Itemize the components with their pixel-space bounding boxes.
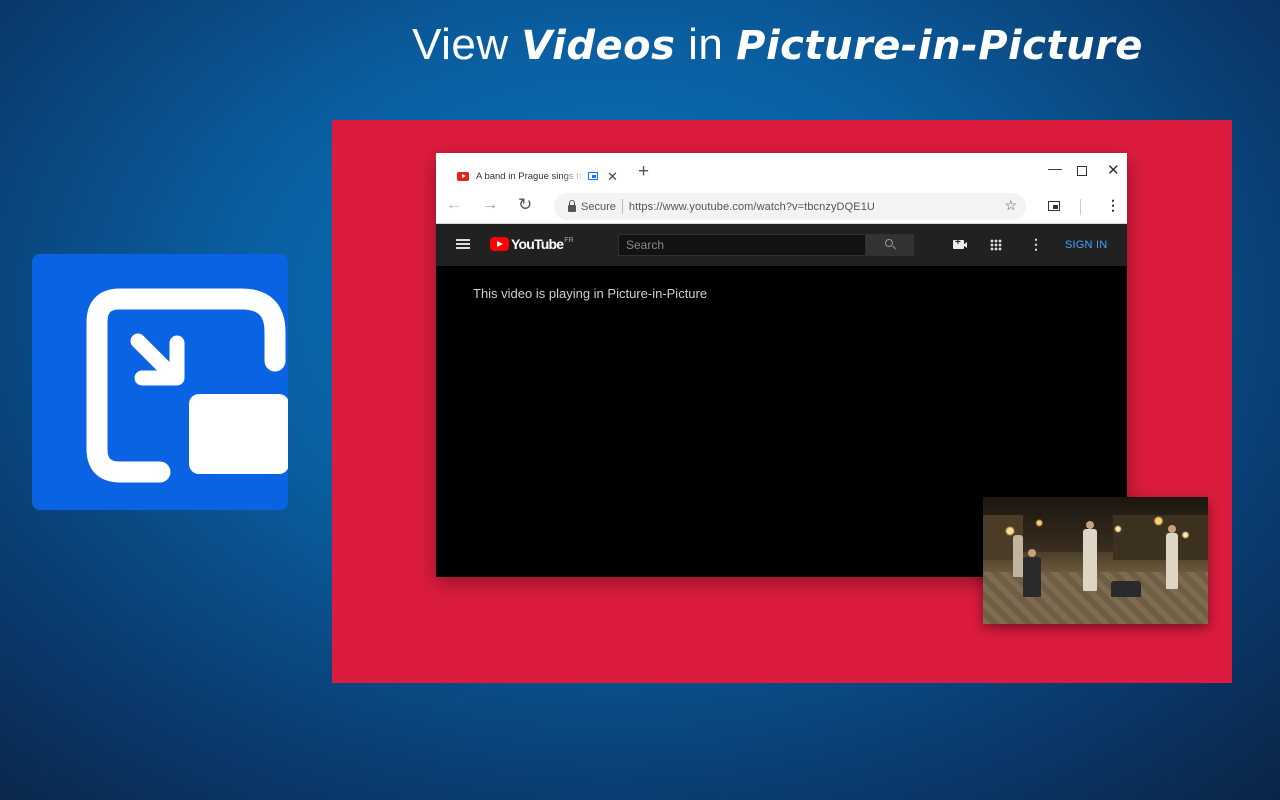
close-window-button[interactable]: ✕ <box>1107 163 1120 178</box>
address-bar[interactable]: Secure https://www.youtube.com/watch?v=t… <box>554 193 1026 220</box>
pip-musician-head <box>1028 549 1036 557</box>
pip-musician <box>1166 533 1178 589</box>
headline-bold-videos: Videos <box>521 23 676 69</box>
headline-middle: in <box>675 20 737 69</box>
pip-extension-icon[interactable] <box>1048 201 1060 211</box>
youtube-search-button[interactable] <box>866 234 914 256</box>
maximize-button[interactable] <box>1077 166 1087 176</box>
youtube-header: YouTube FR Search ⋮ SIGN IN <box>436 224 1127 266</box>
youtube-logo[interactable]: YouTube FR <box>490 237 574 251</box>
hamburger-menu-icon[interactable] <box>456 239 470 249</box>
page-headline: View Videos in Picture-in-Picture <box>0 20 1280 70</box>
pip-video-window[interactable] <box>983 497 1208 624</box>
youtube-play-icon <box>490 237 509 251</box>
new-tab-button[interactable]: + <box>638 162 649 181</box>
search-icon <box>885 239 893 247</box>
toolbar-divider <box>1080 199 1081 215</box>
headline-bold-pip: Picture-in-Picture <box>736 23 1143 69</box>
youtube-wordmark: YouTube <box>511 236 564 252</box>
forward-button[interactable]: → <box>482 197 498 213</box>
pip-indicator-icon <box>588 172 598 180</box>
tab-close-icon[interactable]: ✕ <box>607 170 618 183</box>
minimize-button[interactable]: — <box>1048 161 1062 175</box>
app-icon-tile <box>32 254 288 510</box>
pip-status-message: This video is playing in Picture-in-Pict… <box>473 286 708 301</box>
bookmark-star-icon[interactable]: ☆ <box>1004 198 1017 212</box>
tab-title: A band in Prague sings the <box>476 170 584 182</box>
url-text[interactable]: https://www.youtube.com/watch?v=tbcnzyDQ… <box>629 201 875 213</box>
pip-speaker <box>1111 581 1141 597</box>
pip-musician <box>1083 529 1097 591</box>
youtube-search-input[interactable]: Search <box>618 234 866 256</box>
picture-in-picture-icon <box>86 288 288 483</box>
sign-in-button[interactable]: SIGN IN <box>1065 239 1107 251</box>
reload-button[interactable]: ↻ <box>518 196 532 213</box>
tab-strip: A band in Prague sings the ✕ + — ✕ <box>436 153 1127 191</box>
youtube-region: FR <box>564 237 574 244</box>
browser-toolbar: ← → ↻ Secure https://www.youtube.com/wat… <box>436 191 1127 224</box>
youtube-favicon-icon <box>457 171 469 181</box>
headline-prefix: View <box>412 20 522 69</box>
back-button[interactable]: ← <box>446 197 462 213</box>
pip-musician <box>1023 557 1041 597</box>
pip-bystander <box>1013 535 1023 577</box>
pip-musician-head <box>1086 521 1094 529</box>
browser-menu-button[interactable]: ⋮ <box>1106 198 1120 212</box>
youtube-more-button[interactable]: ⋮ <box>1029 237 1043 251</box>
secure-label: Secure <box>581 200 616 213</box>
video-upload-icon[interactable] <box>953 237 967 249</box>
tab-youtube[interactable]: A band in Prague sings the ✕ <box>448 161 628 191</box>
apps-grid-icon[interactable] <box>990 239 1002 251</box>
pip-musician-head <box>1168 525 1176 533</box>
lock-icon <box>568 200 576 212</box>
omnibox-divider <box>621 199 623 214</box>
